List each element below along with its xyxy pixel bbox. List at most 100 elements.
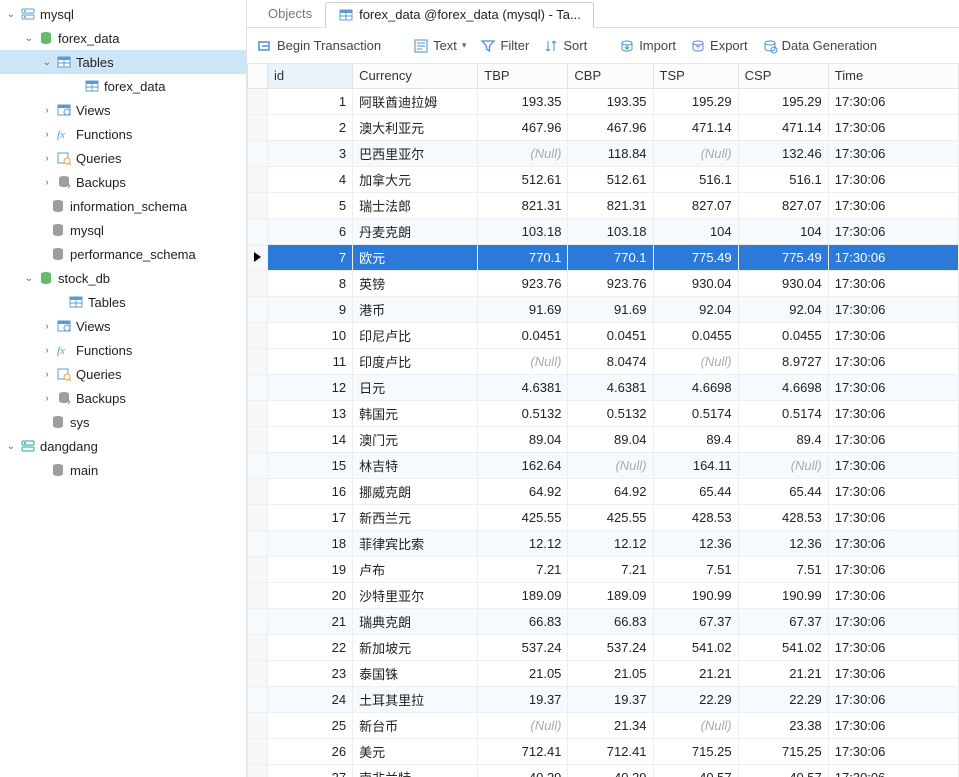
cell[interactable]: 22.29 bbox=[653, 686, 738, 712]
cell[interactable]: 19.37 bbox=[478, 686, 568, 712]
tree-item[interactable]: ›Queries bbox=[0, 146, 246, 170]
cell[interactable]: 韩国元 bbox=[353, 400, 478, 426]
cell[interactable]: 189.09 bbox=[568, 582, 653, 608]
row-gutter[interactable] bbox=[248, 478, 268, 504]
table-row[interactable]: 23泰国铢21.0521.0521.2121.2117:30:06 bbox=[248, 660, 959, 686]
sort-button[interactable]: Sort bbox=[541, 36, 589, 56]
table-row[interactable]: 3巴西里亚尔(Null)118.84(Null)132.4617:30:06 bbox=[248, 140, 959, 166]
cell[interactable]: 516.1 bbox=[738, 166, 828, 192]
row-gutter[interactable] bbox=[248, 192, 268, 218]
row-gutter[interactable] bbox=[248, 244, 268, 270]
cell[interactable]: 17:30:06 bbox=[828, 582, 958, 608]
cell[interactable]: 64.92 bbox=[568, 478, 653, 504]
cell[interactable]: (Null) bbox=[478, 348, 568, 374]
cell[interactable]: 425.55 bbox=[568, 504, 653, 530]
tree-item[interactable]: ›fxFunctions bbox=[0, 338, 246, 362]
row-gutter[interactable] bbox=[248, 348, 268, 374]
cell[interactable]: 18 bbox=[268, 530, 353, 556]
cell[interactable]: 17:30:06 bbox=[828, 634, 958, 660]
cell[interactable]: 17:30:06 bbox=[828, 426, 958, 452]
cell[interactable]: 17:30:06 bbox=[828, 244, 958, 270]
chevron-right-icon[interactable]: › bbox=[40, 153, 54, 164]
cell[interactable]: 新台币 bbox=[353, 712, 478, 738]
cell[interactable]: 4.6381 bbox=[568, 374, 653, 400]
cell[interactable]: 12 bbox=[268, 374, 353, 400]
cell[interactable]: 4 bbox=[268, 166, 353, 192]
cell[interactable]: 12.12 bbox=[568, 530, 653, 556]
cell[interactable]: 17:30:06 bbox=[828, 738, 958, 764]
tree-item[interactable]: ›Views bbox=[0, 314, 246, 338]
cell[interactable]: 770.1 bbox=[568, 244, 653, 270]
cell[interactable]: 827.07 bbox=[653, 192, 738, 218]
cell[interactable]: 印度卢比 bbox=[353, 348, 478, 374]
cell[interactable]: (Null) bbox=[653, 140, 738, 166]
cell[interactable]: 516.1 bbox=[653, 166, 738, 192]
cell[interactable]: 91.69 bbox=[568, 296, 653, 322]
cell[interactable]: 471.14 bbox=[738, 114, 828, 140]
cell[interactable]: 17:30:06 bbox=[828, 556, 958, 582]
cell[interactable]: 21.05 bbox=[568, 660, 653, 686]
cell[interactable]: 89.04 bbox=[478, 426, 568, 452]
table-row[interactable]: 15林吉特162.64(Null)164.11(Null)17:30:06 bbox=[248, 452, 959, 478]
cell[interactable]: 6 bbox=[268, 218, 353, 244]
cell[interactable]: 17:30:06 bbox=[828, 192, 958, 218]
cell[interactable]: 12.36 bbox=[738, 530, 828, 556]
cell[interactable]: 17:30:06 bbox=[828, 478, 958, 504]
cell[interactable]: 195.29 bbox=[653, 88, 738, 114]
cell[interactable]: 美元 bbox=[353, 738, 478, 764]
cell[interactable]: 菲律宾比索 bbox=[353, 530, 478, 556]
tree-item[interactable]: ›Backups bbox=[0, 170, 246, 194]
tree-item[interactable]: main bbox=[0, 458, 246, 482]
cell[interactable]: 92.04 bbox=[653, 296, 738, 322]
cell[interactable]: 17:30:06 bbox=[828, 374, 958, 400]
cell[interactable]: 17:30:06 bbox=[828, 140, 958, 166]
data-grid[interactable]: idCurrencyTBPCBPTSPCSPTime 1阿联酋迪拉姆193.35… bbox=[247, 64, 959, 777]
cell[interactable]: 132.46 bbox=[738, 140, 828, 166]
cell[interactable]: 2 bbox=[268, 114, 353, 140]
row-gutter[interactable] bbox=[248, 140, 268, 166]
cell[interactable]: 537.24 bbox=[568, 634, 653, 660]
table-row[interactable]: 17新西兰元425.55425.55428.53428.5317:30:06 bbox=[248, 504, 959, 530]
chevron-down-icon[interactable]: ⌄ bbox=[40, 57, 54, 68]
cell[interactable]: 日元 bbox=[353, 374, 478, 400]
cell[interactable]: 17:30:06 bbox=[828, 166, 958, 192]
cell[interactable]: 17:30:06 bbox=[828, 504, 958, 530]
cell[interactable]: 104 bbox=[738, 218, 828, 244]
cell[interactable]: 22 bbox=[268, 634, 353, 660]
cell[interactable]: 8.9727 bbox=[738, 348, 828, 374]
table-row[interactable]: 7欧元770.1770.1775.49775.4917:30:06 bbox=[248, 244, 959, 270]
table-row[interactable]: 2澳大利亚元467.96467.96471.14471.1417:30:06 bbox=[248, 114, 959, 140]
table-row[interactable]: 18菲律宾比索12.1212.1212.3612.3617:30:06 bbox=[248, 530, 959, 556]
tab[interactable]: Objects bbox=[255, 1, 325, 27]
cell[interactable]: 91.69 bbox=[478, 296, 568, 322]
cell[interactable]: 471.14 bbox=[653, 114, 738, 140]
data-generation-button[interactable]: Data Generation bbox=[760, 36, 879, 56]
chevron-right-icon[interactable]: › bbox=[40, 177, 54, 188]
row-gutter[interactable] bbox=[248, 374, 268, 400]
table-row[interactable]: 27南非兰特40.2940.2940.5740.5717:30:06 bbox=[248, 764, 959, 777]
cell[interactable]: 195.29 bbox=[738, 88, 828, 114]
table-row[interactable]: 9港币91.6991.6992.0492.0417:30:06 bbox=[248, 296, 959, 322]
cell[interactable]: 21.34 bbox=[568, 712, 653, 738]
cell[interactable]: 0.0455 bbox=[653, 322, 738, 348]
cell[interactable]: 467.96 bbox=[568, 114, 653, 140]
cell[interactable]: 512.61 bbox=[478, 166, 568, 192]
cell[interactable]: 7.51 bbox=[653, 556, 738, 582]
table-row[interactable]: 24土耳其里拉19.3719.3722.2922.2917:30:06 bbox=[248, 686, 959, 712]
cell[interactable]: 11 bbox=[268, 348, 353, 374]
cell[interactable]: 92.04 bbox=[738, 296, 828, 322]
tree-item[interactable]: mysql bbox=[0, 218, 246, 242]
cell[interactable]: 英镑 bbox=[353, 270, 478, 296]
row-gutter[interactable] bbox=[248, 530, 268, 556]
column-header[interactable]: TBP bbox=[478, 64, 568, 88]
table-row[interactable]: 21瑞典克朗66.8366.8367.3767.3717:30:06 bbox=[248, 608, 959, 634]
cell[interactable]: 775.49 bbox=[653, 244, 738, 270]
chevron-right-icon[interactable]: › bbox=[40, 129, 54, 140]
row-gutter[interactable] bbox=[248, 764, 268, 777]
cell[interactable]: 715.25 bbox=[653, 738, 738, 764]
tree-item[interactable]: ⌄forex_data bbox=[0, 26, 246, 50]
row-gutter[interactable] bbox=[248, 738, 268, 764]
chevron-right-icon[interactable]: › bbox=[40, 393, 54, 404]
cell[interactable]: 25 bbox=[268, 712, 353, 738]
cell[interactable]: 67.37 bbox=[653, 608, 738, 634]
